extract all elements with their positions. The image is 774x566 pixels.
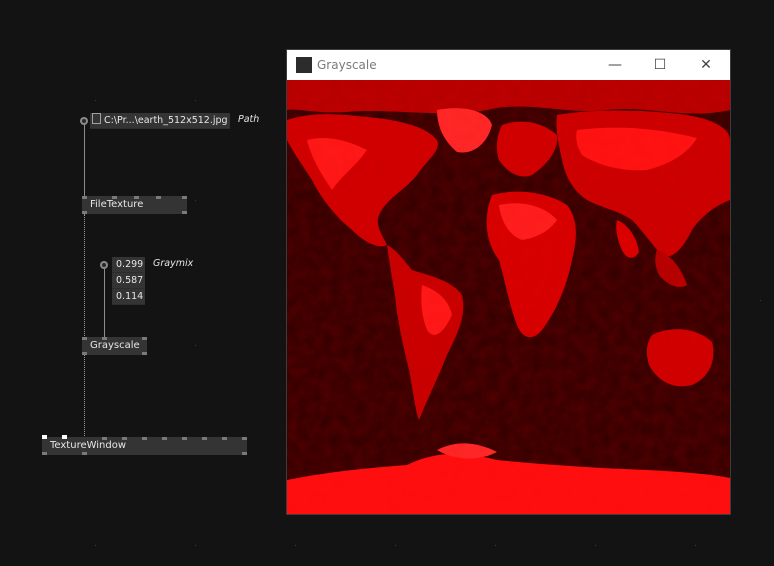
maximize-button[interactable]: ☐ bbox=[637, 50, 683, 80]
earth-texture-image bbox=[287, 80, 730, 514]
graymix-iobox[interactable]: 0.299 0.587 0.114 bbox=[112, 257, 145, 305]
graymix-value-r[interactable]: 0.299 bbox=[112, 257, 145, 272]
path-iobox-handle[interactable] bbox=[80, 117, 88, 125]
filetexture-node[interactable]: FileTexture bbox=[82, 196, 187, 214]
path-iobox[interactable]: C:\Pr...\earth_512x512.jpg bbox=[90, 113, 230, 129]
graymix-pin-label: Graymix bbox=[153, 258, 194, 269]
filetexture-output-pins[interactable] bbox=[82, 211, 187, 214]
app-icon bbox=[296, 57, 312, 73]
minimize-button[interactable]: — bbox=[592, 50, 638, 80]
window-title: Grayscale bbox=[317, 58, 377, 72]
link-path-to-filetexture[interactable] bbox=[84, 125, 85, 197]
grayscale-node[interactable]: Grayscale bbox=[82, 337, 147, 355]
graymix-iobox-handle[interactable] bbox=[100, 261, 108, 269]
path-value[interactable]: C:\Pr...\earth_512x512.jpg bbox=[104, 115, 228, 126]
filetexture-input-pins[interactable] bbox=[82, 196, 187, 199]
path-browse-icon[interactable] bbox=[92, 113, 101, 124]
link-graymix-to-grayscale[interactable] bbox=[104, 269, 105, 337]
texturewindow-node[interactable]: TextureWindow bbox=[42, 435, 247, 455]
texturewindow-input-pins[interactable] bbox=[42, 435, 247, 440]
grayscale-input-pins[interactable] bbox=[82, 337, 147, 340]
path-pin-label: Path bbox=[238, 114, 260, 125]
grayscale-output-pins[interactable] bbox=[82, 352, 147, 355]
link-filetexture-to-texturewindow[interactable] bbox=[84, 214, 85, 438]
graymix-value-b[interactable]: 0.114 bbox=[112, 289, 145, 304]
texture-render-area[interactable] bbox=[287, 80, 730, 514]
minimize-icon: — bbox=[608, 57, 622, 73]
close-icon: ✕ bbox=[700, 57, 712, 73]
close-button[interactable]: ✕ bbox=[683, 50, 729, 80]
grayscale-window[interactable]: Grayscale — ☐ ✕ bbox=[287, 50, 730, 514]
window-titlebar[interactable]: Grayscale — ☐ ✕ bbox=[287, 50, 730, 80]
graymix-value-g[interactable]: 0.587 bbox=[112, 273, 145, 288]
maximize-icon: ☐ bbox=[653, 57, 667, 73]
texturewindow-output-pins[interactable] bbox=[42, 452, 247, 455]
